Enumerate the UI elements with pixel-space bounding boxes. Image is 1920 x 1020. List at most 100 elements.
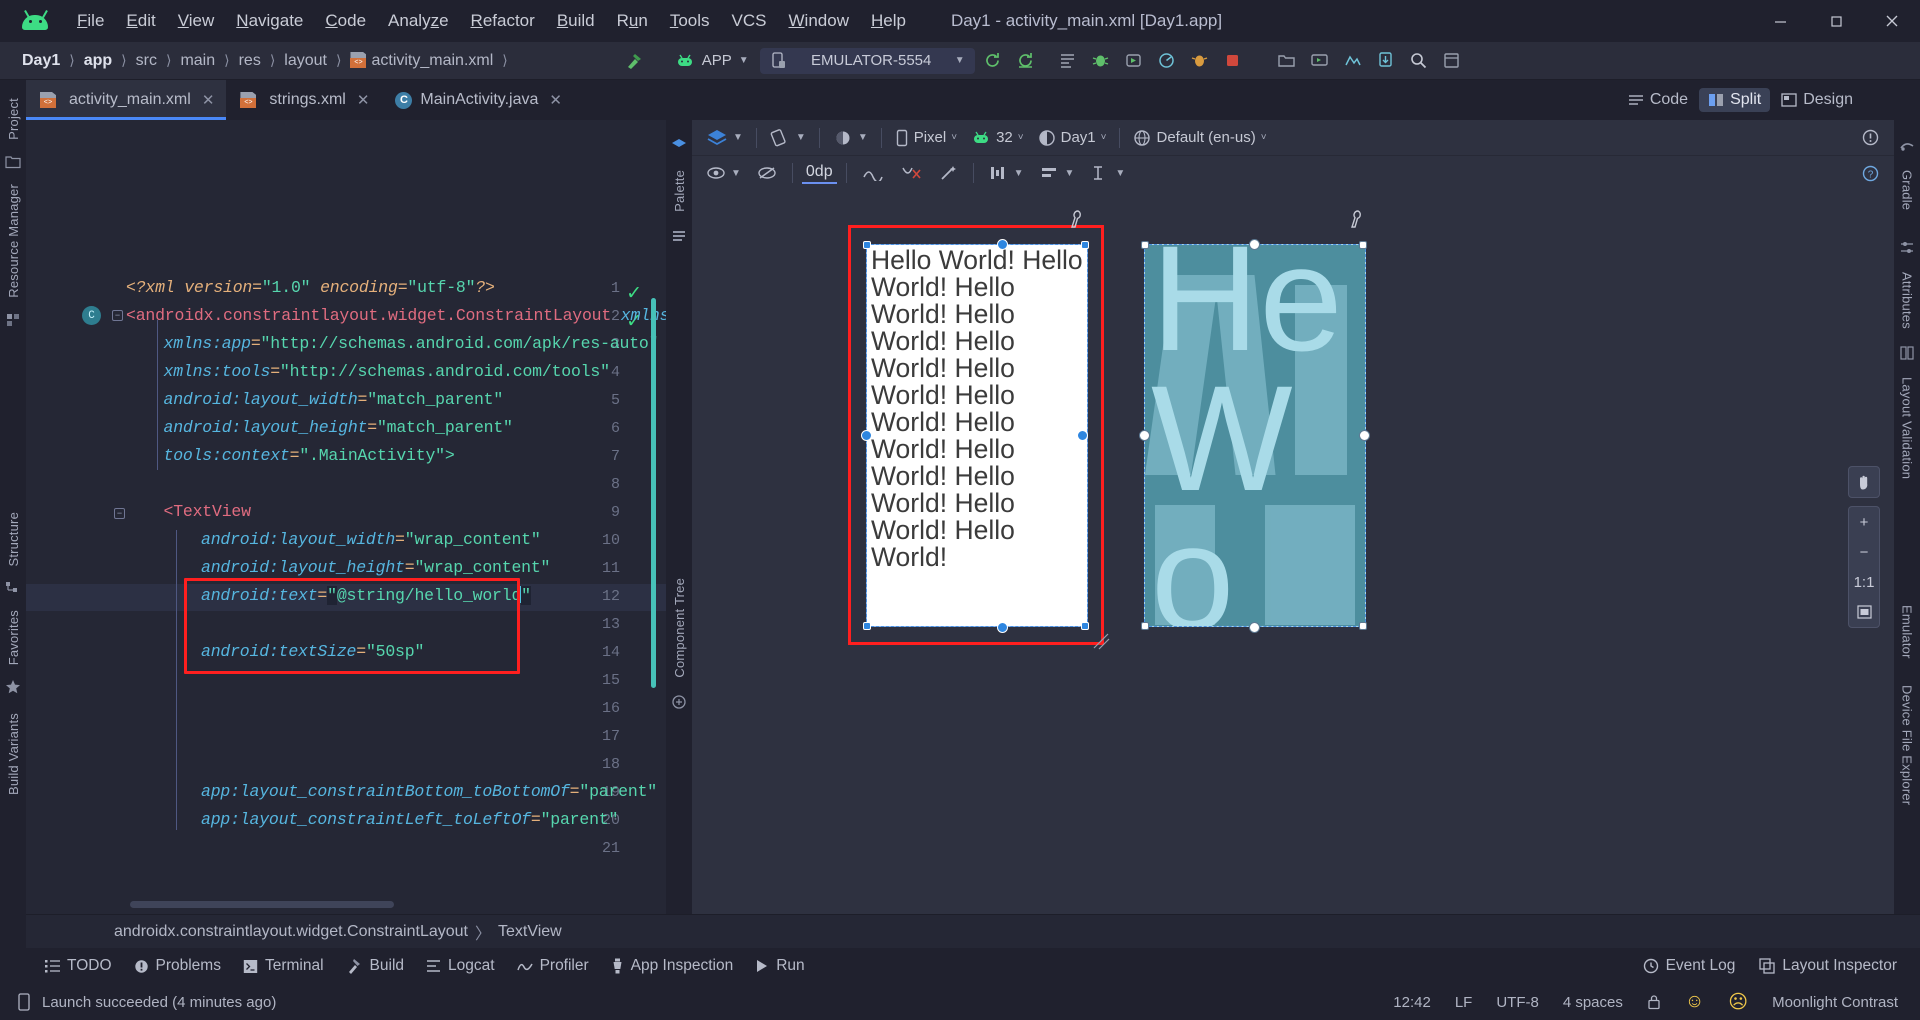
- wrench-icon[interactable]: [1068, 210, 1084, 230]
- maximize-button[interactable]: [1808, 0, 1864, 42]
- corner-handle-tr[interactable]: [1081, 241, 1089, 249]
- breadcrumb-layout[interactable]: layout: [280, 50, 331, 72]
- menu-vcs[interactable]: VCS: [721, 7, 778, 35]
- apply-changes-icon[interactable]: [1185, 47, 1215, 75]
- menu-view[interactable]: View: [167, 7, 226, 35]
- gradle-icon[interactable]: [1899, 138, 1915, 154]
- menu-build[interactable]: Build: [546, 7, 606, 35]
- fold-marker-line9[interactable]: −: [114, 508, 125, 519]
- run-with-coverage-icon[interactable]: [1119, 47, 1149, 75]
- code-line[interactable]: <TextView: [164, 502, 252, 521]
- menu-analyze[interactable]: Analyze: [377, 7, 460, 35]
- stop-icon[interactable]: [1218, 47, 1248, 75]
- avd-device-icon[interactable]: [1305, 47, 1335, 75]
- corner-handle-br[interactable]: [1081, 622, 1089, 630]
- warning-badge-icon[interactable]: [1855, 125, 1886, 150]
- breadcrumb-src[interactable]: src: [132, 50, 161, 72]
- breadcrumb-activity-main[interactable]: activity_main.xml: [346, 50, 497, 72]
- avd-manager-icon[interactable]: [1053, 47, 1083, 75]
- code-line[interactable]: tools:context=".MainActivity">: [164, 446, 455, 465]
- menu-code[interactable]: Code: [314, 7, 377, 35]
- tool-problems[interactable]: Problems: [125, 953, 230, 979]
- corner-handle-tl[interactable]: [863, 241, 871, 249]
- code-line[interactable]: app:layout_constraintBottom_toBottomOf="…: [201, 782, 657, 801]
- status-encoding[interactable]: UTF-8: [1486, 991, 1549, 1014]
- resize-handle-top[interactable]: [997, 239, 1008, 250]
- tab-strings-xml[interactable]: strings.xml ✕: [226, 80, 381, 120]
- minimize-button[interactable]: [1752, 0, 1808, 42]
- fit-screen-button[interactable]: [1848, 597, 1880, 627]
- eye-icon[interactable]: ▼: [700, 162, 747, 184]
- tab-close-icon[interactable]: ✕: [549, 91, 562, 109]
- tab-close-icon[interactable]: ✕: [202, 91, 215, 109]
- tool-logcat[interactable]: Logcat: [417, 953, 504, 979]
- component-breadcrumb-child[interactable]: TextView: [498, 923, 562, 941]
- profile-icon[interactable]: [1152, 47, 1182, 75]
- component-breadcrumb-root[interactable]: androidx.constraintlayout.widget.Constra…: [114, 923, 468, 941]
- code-line[interactable]: xmlns:tools="http://schemas.android.com/…: [164, 362, 610, 381]
- clear-constraints-icon[interactable]: [894, 161, 928, 185]
- menu-window[interactable]: Window: [778, 7, 860, 35]
- guidelines-icon[interactable]: ▼: [1084, 161, 1131, 185]
- bp-resize-handle-bottom[interactable]: [1249, 622, 1260, 633]
- sidebar-item-gradle[interactable]: Gradle: [1900, 162, 1915, 218]
- bp-corner-tl[interactable]: [1141, 241, 1149, 249]
- editor-gutter[interactable]: [26, 120, 126, 914]
- bp-corner-br[interactable]: [1359, 622, 1367, 630]
- resize-handle-bottom[interactable]: [997, 622, 1008, 633]
- theme-dropdown[interactable]: Day1 ˅: [1032, 126, 1113, 150]
- code-line[interactable]: <?xml version="1.0" encoding="utf-8"?>: [126, 278, 495, 297]
- sidebar-item-layout-validation[interactable]: Layout Validation: [1900, 369, 1915, 487]
- code-line[interactable]: android:layout_width="match_parent": [164, 390, 504, 409]
- zoom-out-button[interactable]: −: [1848, 537, 1880, 567]
- code-text[interactable]: <?xml version="1.0" encoding="utf-8"?> <a…: [126, 120, 666, 914]
- sidebar-item-project[interactable]: Project: [6, 90, 21, 148]
- bp-resize-handle-top[interactable]: [1249, 239, 1260, 250]
- menu-run[interactable]: Run: [606, 7, 659, 35]
- menu-edit[interactable]: Edit: [115, 7, 166, 35]
- resize-grip-icon[interactable]: [1090, 630, 1112, 652]
- code-line[interactable]: android:textSize="50sp": [201, 642, 424, 661]
- blueprint-toggle-icon[interactable]: [751, 162, 783, 184]
- star-icon[interactable]: [5, 679, 21, 695]
- sidebar-item-palette[interactable]: Palette: [672, 162, 687, 220]
- fold-marker-line2[interactable]: −: [112, 310, 123, 321]
- breadcrumb-app[interactable]: app: [80, 50, 116, 72]
- status-theme[interactable]: Moonlight Contrast: [1762, 991, 1908, 1014]
- view-mode-design[interactable]: Design: [1772, 88, 1862, 112]
- breadcrumb-res[interactable]: res: [235, 50, 265, 72]
- status-line-separator[interactable]: LF: [1445, 991, 1483, 1014]
- happy-face-icon[interactable]: ☺: [1675, 988, 1714, 1016]
- device-selector[interactable]: EMULATOR-5554 ▼: [759, 47, 975, 74]
- sidebar-item-attributes[interactable]: Attributes: [1900, 264, 1915, 337]
- palette-swatch-icon[interactable]: [671, 138, 687, 154]
- sync-gradle-icon[interactable]: [978, 47, 1008, 75]
- tool-app-inspection[interactable]: App Inspection: [602, 953, 743, 979]
- device-dropdown[interactable]: Pixel ˅: [889, 126, 963, 150]
- build-hammer-icon[interactable]: [619, 47, 649, 75]
- actual-size-button[interactable]: 1:1: [1848, 567, 1880, 597]
- theme-button[interactable]: ▼: [827, 125, 874, 151]
- pan-hand-icon[interactable]: [1848, 467, 1880, 497]
- pack-icon[interactable]: ▼: [983, 161, 1030, 185]
- close-button[interactable]: [1864, 0, 1920, 42]
- tool-profiler[interactable]: Profiler: [508, 953, 598, 979]
- align-icon[interactable]: ▼: [1034, 161, 1081, 185]
- sidebar-item-resource-manager[interactable]: Resource Manager: [6, 176, 21, 306]
- tool-run[interactable]: Run: [746, 953, 813, 979]
- menu-help[interactable]: Help: [860, 7, 917, 35]
- component-tree-icon[interactable]: [671, 694, 687, 710]
- view-mode-split[interactable]: Split: [1699, 88, 1771, 112]
- search-icon[interactable]: [1404, 47, 1434, 75]
- tool-todo[interactable]: TODO: [36, 953, 121, 979]
- code-line[interactable]: android:layout_height="match_parent": [164, 418, 513, 437]
- sidebar-item-favorites[interactable]: Favorites: [6, 602, 21, 673]
- tool-layout-inspector[interactable]: Layout Inspector: [1750, 953, 1906, 979]
- bp-resize-handle-right[interactable]: [1359, 430, 1370, 441]
- api-level-dropdown[interactable]: 32 ˅: [965, 126, 1030, 149]
- sad-face-icon[interactable]: ☹: [1718, 988, 1758, 1017]
- code-line[interactable]: xmlns:app="http://schemas.android.com/ap…: [164, 334, 659, 353]
- layout-settings-icon[interactable]: [1437, 47, 1467, 75]
- chain-icon[interactable]: [856, 162, 890, 184]
- menu-tools[interactable]: Tools: [659, 7, 721, 35]
